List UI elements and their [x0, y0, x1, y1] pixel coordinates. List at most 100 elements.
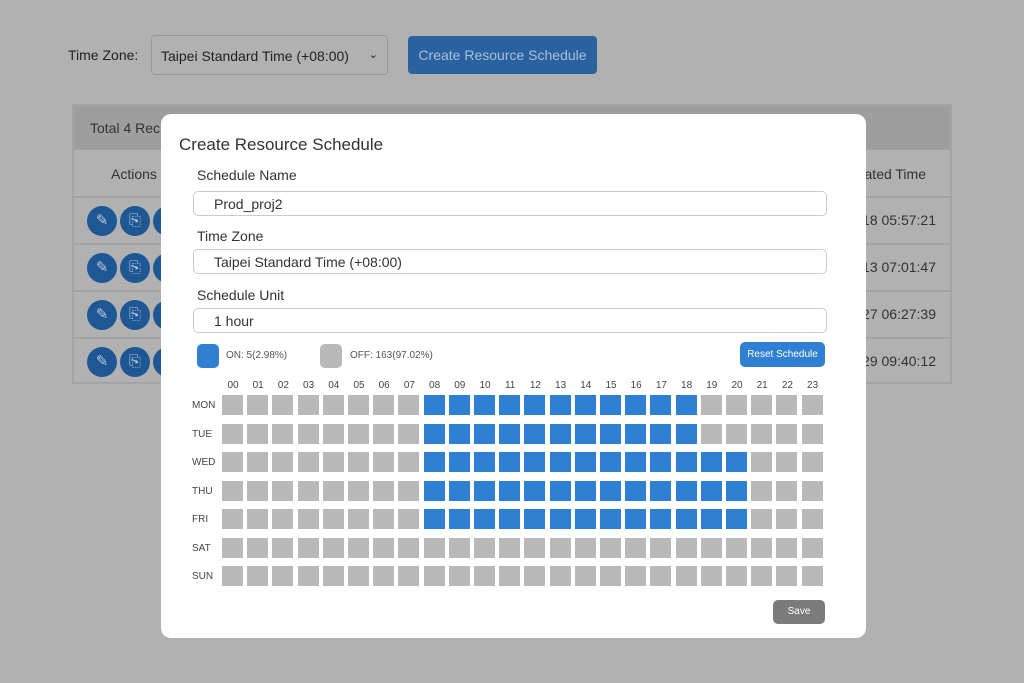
schedule-cell-wed-09-on[interactable]: [448, 452, 470, 472]
schedule-cell-wed-15-on[interactable]: [600, 452, 621, 472]
schedule-cell-thu-18-on[interactable]: [675, 480, 697, 501]
schedule-cell-sat-04-off[interactable]: [322, 537, 344, 558]
schedule-cell-sat-02-off[interactable]: [272, 537, 294, 558]
schedule-cell-tue-23-off[interactable]: [801, 423, 823, 444]
schedule-cell-tue-12-on[interactable]: [524, 423, 546, 444]
schedule-cell-sat-00-off[interactable]: [222, 537, 243, 558]
timezone-field[interactable]: Taipei Standard Time (+08:00): [193, 249, 827, 274]
schedule-cell-fri-16-on[interactable]: [625, 509, 647, 529]
edit-icon[interactable]: ✎: [87, 206, 117, 236]
schedule-name-input[interactable]: Prod_proj2: [193, 191, 827, 216]
schedule-cell-fri-09-on[interactable]: [448, 509, 470, 529]
schedule-cell-mon-08-on[interactable]: [423, 395, 445, 415]
schedule-cell-wed-21-off[interactable]: [751, 452, 773, 472]
schedule-cell-sat-22-off[interactable]: [776, 537, 798, 558]
schedule-cell-sat-13-off[interactable]: [549, 537, 571, 558]
schedule-cell-fri-02-off[interactable]: [272, 509, 294, 529]
schedule-cell-tue-06-off[interactable]: [373, 423, 395, 444]
schedule-cell-fri-05-off[interactable]: [348, 509, 369, 529]
schedule-cell-mon-19-off[interactable]: [700, 395, 722, 415]
schedule-cell-wed-23-off[interactable]: [801, 452, 823, 472]
schedule-cell-mon-23-off[interactable]: [801, 395, 823, 415]
schedule-cell-fri-06-off[interactable]: [373, 509, 395, 529]
schedule-cell-fri-18-on[interactable]: [675, 509, 697, 529]
schedule-cell-wed-02-off[interactable]: [272, 452, 294, 472]
schedule-cell-fri-22-off[interactable]: [776, 509, 798, 529]
schedule-cell-thu-21-off[interactable]: [751, 480, 773, 501]
schedule-cell-sat-03-off[interactable]: [297, 537, 319, 558]
schedule-cell-tue-20-off[interactable]: [726, 423, 747, 444]
schedule-cell-sat-10-off[interactable]: [474, 537, 495, 558]
schedule-cell-sat-01-off[interactable]: [247, 537, 269, 558]
schedule-cell-mon-03-off[interactable]: [297, 395, 319, 415]
schedule-cell-sat-11-off[interactable]: [499, 537, 521, 558]
schedule-cell-mon-04-off[interactable]: [322, 395, 344, 415]
schedule-cell-mon-05-off[interactable]: [348, 395, 369, 415]
schedule-cell-fri-04-off[interactable]: [322, 509, 344, 529]
schedule-cell-tue-05-off[interactable]: [348, 423, 369, 444]
schedule-cell-fri-13-on[interactable]: [549, 509, 571, 529]
schedule-cell-sun-15-off[interactable]: [600, 566, 621, 586]
schedule-cell-fri-03-off[interactable]: [297, 509, 319, 529]
schedule-cell-mon-17-on[interactable]: [650, 395, 672, 415]
schedule-cell-tue-03-off[interactable]: [297, 423, 319, 444]
copy-icon[interactable]: ⎘: [120, 253, 150, 283]
schedule-cell-wed-00-off[interactable]: [222, 452, 243, 472]
schedule-cell-mon-10-on[interactable]: [474, 395, 495, 415]
schedule-cell-wed-06-off[interactable]: [373, 452, 395, 472]
schedule-cell-fri-20-on[interactable]: [726, 509, 747, 529]
copy-icon[interactable]: ⎘: [120, 206, 150, 236]
schedule-cell-mon-06-off[interactable]: [373, 395, 395, 415]
schedule-cell-tue-19-off[interactable]: [700, 423, 722, 444]
schedule-cell-sat-14-off[interactable]: [574, 537, 596, 558]
schedule-cell-tue-00-off[interactable]: [222, 423, 243, 444]
schedule-cell-wed-01-off[interactable]: [247, 452, 269, 472]
schedule-cell-mon-09-on[interactable]: [448, 395, 470, 415]
schedule-cell-sun-05-off[interactable]: [348, 566, 369, 586]
create-resource-schedule-button[interactable]: Create Resource Schedule: [408, 36, 597, 74]
schedule-cell-wed-11-on[interactable]: [499, 452, 521, 472]
schedule-cell-thu-16-on[interactable]: [625, 480, 647, 501]
schedule-cell-sun-13-off[interactable]: [549, 566, 571, 586]
edit-icon[interactable]: ✎: [87, 300, 117, 330]
schedule-cell-fri-21-off[interactable]: [751, 509, 773, 529]
schedule-cell-thu-09-on[interactable]: [448, 480, 470, 501]
schedule-cell-tue-16-on[interactable]: [625, 423, 647, 444]
schedule-cell-sat-12-off[interactable]: [524, 537, 546, 558]
schedule-cell-tue-07-off[interactable]: [398, 423, 420, 444]
schedule-cell-wed-17-on[interactable]: [650, 452, 672, 472]
schedule-cell-sun-06-off[interactable]: [373, 566, 395, 586]
schedule-cell-thu-06-off[interactable]: [373, 480, 395, 501]
copy-icon[interactable]: ⎘: [120, 347, 150, 377]
schedule-cell-mon-14-on[interactable]: [574, 395, 596, 415]
schedule-cell-sat-18-off[interactable]: [675, 537, 697, 558]
schedule-cell-sat-07-off[interactable]: [398, 537, 420, 558]
schedule-cell-thu-20-on[interactable]: [726, 480, 747, 501]
schedule-cell-wed-10-on[interactable]: [474, 452, 495, 472]
edit-icon[interactable]: ✎: [87, 347, 117, 377]
schedule-cell-mon-02-off[interactable]: [272, 395, 294, 415]
edit-icon[interactable]: ✎: [87, 253, 117, 283]
schedule-cell-wed-16-on[interactable]: [625, 452, 647, 472]
schedule-cell-mon-16-on[interactable]: [625, 395, 647, 415]
schedule-cell-sun-12-off[interactable]: [524, 566, 546, 586]
schedule-cell-wed-14-on[interactable]: [574, 452, 596, 472]
schedule-cell-wed-20-on[interactable]: [726, 452, 747, 472]
schedule-cell-sat-20-off[interactable]: [726, 537, 747, 558]
timezone-select[interactable]: Taipei Standard Time (+08:00) ⌄: [151, 35, 388, 75]
schedule-cell-thu-08-on[interactable]: [423, 480, 445, 501]
schedule-cell-tue-10-on[interactable]: [474, 423, 495, 444]
schedule-cell-sat-21-off[interactable]: [751, 537, 773, 558]
schedule-cell-wed-08-on[interactable]: [423, 452, 445, 472]
schedule-cell-tue-18-on[interactable]: [675, 423, 697, 444]
schedule-cell-thu-04-off[interactable]: [322, 480, 344, 501]
schedule-cell-fri-19-on[interactable]: [700, 509, 722, 529]
schedule-cell-sun-20-off[interactable]: [726, 566, 747, 586]
schedule-cell-sat-19-off[interactable]: [700, 537, 722, 558]
schedule-cell-fri-14-on[interactable]: [574, 509, 596, 529]
schedule-cell-thu-03-off[interactable]: [297, 480, 319, 501]
schedule-cell-mon-11-on[interactable]: [499, 395, 521, 415]
schedule-cell-mon-20-off[interactable]: [726, 395, 747, 415]
schedule-cell-fri-12-on[interactable]: [524, 509, 546, 529]
schedule-cell-wed-05-off[interactable]: [348, 452, 369, 472]
